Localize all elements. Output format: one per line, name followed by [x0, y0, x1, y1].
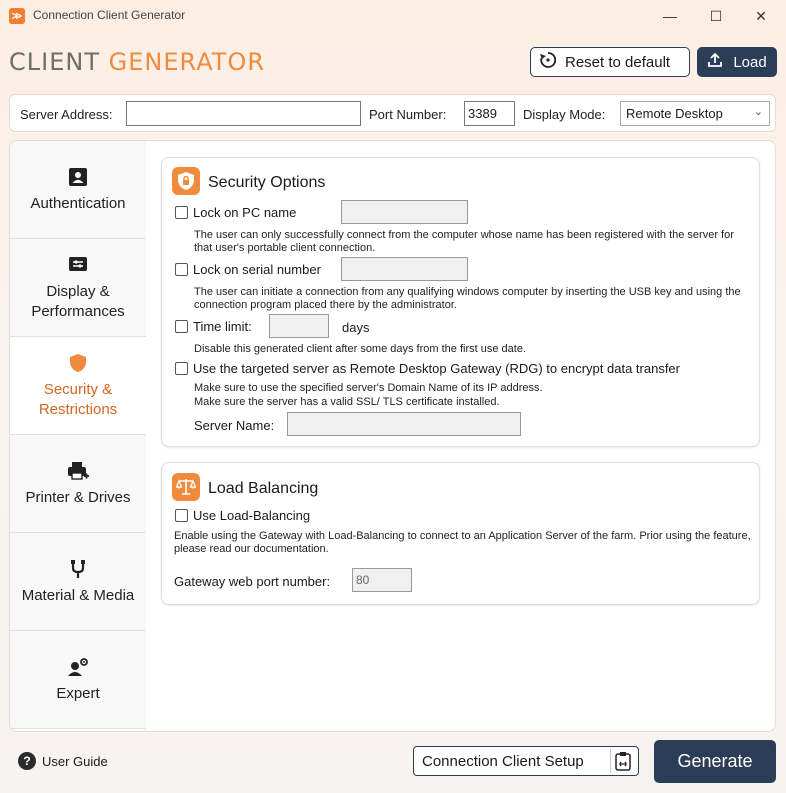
load-balancing-panel: Load Balancing Use Load-Balancing Enable…: [161, 462, 760, 605]
title-bar: ≫ Connection Client Generator — ☐ ✕: [0, 0, 786, 32]
lock-pc-checkbox[interactable]: [175, 206, 188, 219]
user-guide-label: User Guide: [42, 753, 108, 769]
rdg-checkbox[interactable]: [175, 362, 188, 375]
user-guide-link[interactable]: ? User Guide: [18, 752, 108, 770]
use-load-balancing-label: Use Load-Balancing: [193, 508, 311, 523]
shield-icon: [67, 352, 89, 374]
display-icon: [67, 254, 89, 276]
server-address-label: Server Address:: [20, 107, 113, 122]
app-icon: ≫: [9, 8, 25, 24]
load-label: Load: [733, 53, 767, 71]
server-name-input[interactable]: [287, 412, 521, 436]
display-mode-value: Remote Desktop: [626, 106, 723, 121]
lock-icon: [172, 167, 200, 195]
port-number-input[interactable]: 3389: [464, 101, 515, 126]
security-options-panel: Security Options Lock on PC name The use…: [161, 157, 760, 447]
load-button[interactable]: Load: [697, 47, 777, 77]
server-address-input[interactable]: [126, 101, 361, 126]
brand-part-2: GENERATOR: [108, 48, 265, 76]
lock-serial-description: The user can initiate a connection from …: [194, 286, 741, 311]
rdg-description-2: Make sure the server has a valid SSL/ TL…: [194, 396, 500, 408]
window-title: Connection Client Generator: [33, 8, 186, 22]
sidebar-item-material[interactable]: Material & Media: [10, 533, 146, 631]
sidebar-item-label: Authentication: [30, 194, 126, 212]
user-card-icon: [67, 166, 89, 188]
setup-label: Connection Client Setup: [422, 752, 584, 770]
sidebar-item-label: Material & Media: [21, 586, 135, 604]
minimize-button[interactable]: —: [650, 4, 690, 28]
upload-icon: [707, 52, 723, 72]
clipboard-link-icon: [610, 749, 634, 773]
lock-pc-description: The user can only successfully connect f…: [194, 229, 734, 254]
sidebar: Authentication Display & Performances Se…: [10, 141, 146, 731]
connection-client-setup-button[interactable]: Connection Client Setup: [413, 746, 639, 776]
lock-serial-label: Lock on serial number: [193, 262, 321, 277]
security-options-title: Security Options: [208, 174, 326, 191]
expert-icon: [67, 656, 89, 678]
time-limit-description: Disable this generated client after some…: [194, 343, 526, 355]
sidebar-item-label: Expert: [56, 684, 100, 702]
time-limit-input[interactable]: [269, 314, 329, 338]
close-button[interactable]: ✕: [741, 4, 781, 28]
rdg-description-1: Make sure to use the specified server's …: [194, 382, 543, 394]
gateway-port-input[interactable]: 80: [352, 568, 412, 592]
reset-icon: [539, 51, 557, 73]
display-mode-select[interactable]: Remote Desktop ⌄: [620, 101, 770, 126]
reset-to-default-button[interactable]: Reset to default: [530, 47, 690, 77]
brand-part-1: CLIENT: [9, 48, 109, 76]
load-balancing-description: Enable using the Gateway with Load-Balan…: [174, 530, 751, 555]
sidebar-item-authentication[interactable]: Authentication: [10, 141, 146, 239]
use-load-balancing-checkbox[interactable]: [175, 509, 188, 522]
lock-serial-checkbox[interactable]: [175, 263, 188, 276]
days-label: days: [342, 320, 370, 335]
brand-logo: CLIENT GENERATOR: [9, 48, 265, 76]
port-number-label: Port Number:: [369, 107, 447, 122]
lock-pc-label: Lock on PC name: [193, 205, 297, 220]
time-limit-label: Time limit:: [193, 319, 252, 334]
help-icon: ?: [18, 752, 36, 770]
sidebar-item-label: Printer & Drives: [25, 488, 131, 506]
time-limit-checkbox[interactable]: [175, 320, 188, 333]
usb-icon: [67, 558, 89, 580]
sidebar-item-printer[interactable]: Printer & Drives: [10, 435, 146, 533]
display-mode-label: Display Mode:: [523, 107, 606, 122]
connection-bar: Server Address: Port Number: 3389 Displa…: [9, 94, 776, 132]
main-panel: Authentication Display & Performances Se…: [9, 140, 776, 732]
scale-icon: [172, 473, 200, 501]
maximize-button[interactable]: ☐: [696, 4, 736, 28]
gateway-port-label: Gateway web port number:: [174, 574, 331, 589]
sidebar-item-display[interactable]: Display & Performances: [10, 239, 146, 337]
pc-name-input[interactable]: [341, 200, 468, 224]
reset-label: Reset to default: [565, 53, 671, 71]
generate-button[interactable]: Generate: [654, 740, 776, 783]
rdg-label: Use the targeted server as Remote Deskto…: [193, 361, 680, 376]
sidebar-item-expert[interactable]: Expert: [10, 631, 146, 729]
server-name-label: Server Name:: [194, 418, 275, 433]
sidebar-item-security[interactable]: Security & Restrictions: [10, 337, 146, 435]
chevron-down-icon: ⌄: [753, 106, 763, 118]
load-balancing-title: Load Balancing: [208, 480, 319, 497]
sidebar-item-label: Security & Restrictions: [38, 380, 118, 418]
printer-icon: [67, 460, 89, 482]
sidebar-item-label: Display & Performances: [31, 282, 125, 320]
serial-number-input[interactable]: [341, 257, 468, 281]
